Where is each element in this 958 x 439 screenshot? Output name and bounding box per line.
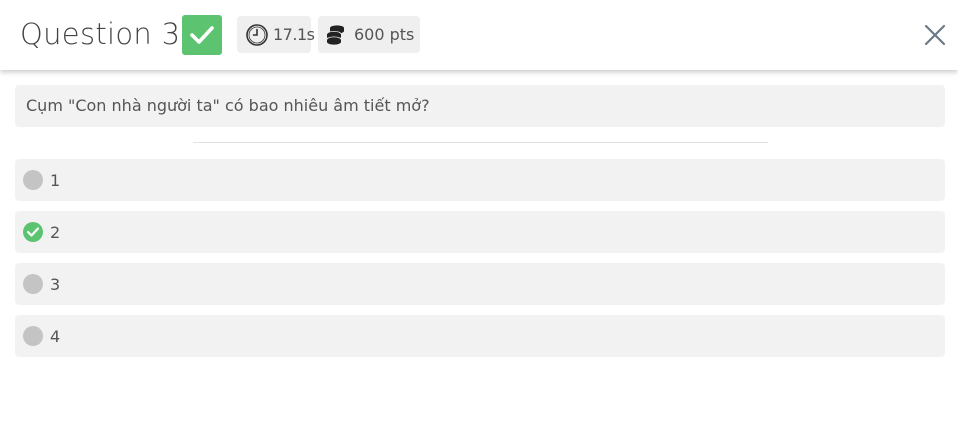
clock-icon bbox=[246, 24, 268, 46]
time-chip: 17.1s bbox=[237, 16, 315, 53]
modal-header: Question 3 17.1s 600 pts bbox=[0, 0, 958, 70]
time-value: 17.1s bbox=[273, 25, 315, 44]
question-result-modal: Question 3 17.1s 600 pts Cụm "Con nhà ng… bbox=[0, 0, 958, 439]
radio-unselected-icon bbox=[23, 170, 43, 190]
option-label: 1 bbox=[50, 171, 61, 190]
close-button[interactable] bbox=[922, 22, 948, 48]
radio-correct-icon bbox=[23, 222, 43, 242]
checkmark-icon bbox=[190, 26, 214, 44]
radio-unselected-icon bbox=[23, 274, 43, 294]
coins-icon bbox=[326, 25, 344, 45]
option-label: 3 bbox=[50, 275, 61, 294]
option-4[interactable]: 4 bbox=[15, 315, 945, 357]
divider bbox=[193, 142, 768, 143]
checkmark-icon bbox=[27, 227, 39, 237]
question-box: Cụm "Con nhà người ta" có bao nhiêu âm t… bbox=[15, 85, 945, 127]
question-title: Question 3 bbox=[20, 17, 181, 51]
option-1[interactable]: 1 bbox=[15, 159, 945, 201]
question-text: Cụm "Con nhà người ta" có bao nhiêu âm t… bbox=[26, 96, 430, 115]
option-2[interactable]: 2 bbox=[15, 211, 945, 253]
points-chip: 600 pts bbox=[318, 16, 420, 53]
radio-unselected-icon bbox=[23, 326, 43, 346]
points-value: 600 pts bbox=[354, 25, 415, 44]
correct-badge bbox=[182, 15, 222, 55]
option-label: 4 bbox=[50, 327, 61, 346]
close-icon bbox=[924, 24, 946, 46]
option-label: 2 bbox=[50, 223, 61, 242]
option-3[interactable]: 3 bbox=[15, 263, 945, 305]
